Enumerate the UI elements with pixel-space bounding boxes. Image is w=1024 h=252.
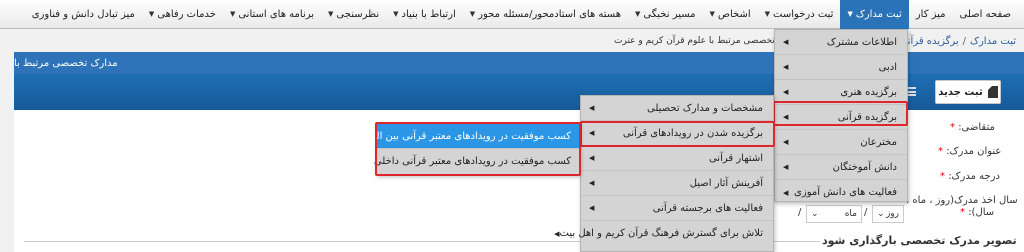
nav-survey-label: نظرسنجی [336, 8, 380, 20]
caret-down-icon: ▼ [393, 10, 399, 18]
nav-knowledge-exchange[interactable]: میز تبادل دانش و فناوری [25, 0, 142, 29]
new-record-label: ثبت جدید [938, 86, 983, 98]
nav-welfare-label: خدمات رفاهی [157, 8, 216, 20]
nav-cores[interactable]: هسته های استادمحور/مسئله محور ▼ [463, 0, 628, 29]
file-icon [987, 86, 998, 98]
arrow-left-icon: ◀ [589, 204, 595, 212]
arrow-left-icon: ◀ [783, 88, 789, 96]
year-label: سال): * [960, 207, 995, 218]
nav-elite-path-label: مسیر نخبگی [643, 8, 696, 20]
arrow-left-icon: ◀ [554, 229, 560, 238]
menu-item-educational-documents[interactable]: مشخصات و مدارک تحصیلی ◀ [581, 96, 773, 121]
menu-item-inventors[interactable]: مخترعان ◀ [775, 130, 907, 155]
chevron-down-icon: ⌄ [811, 209, 819, 219]
breadcrumb-item-quran[interactable]: برگزیده قرآنی [899, 36, 958, 47]
menu-item-spreading-culture[interactable]: تلاش برای گسترش فرهنگ قرآن کریم و اهل بی… [554, 221, 773, 246]
nav-register-documents-label: ثبت مدارک [855, 8, 902, 20]
nav-register-request[interactable]: ثبت درخواست ▼ [758, 0, 841, 29]
day-select[interactable]: روز ⌄ [872, 205, 904, 223]
day-select-value: روز [885, 209, 899, 219]
menu-item-art-elite[interactable]: برگزیده هنری ◀ [775, 80, 907, 105]
menu-item-literary[interactable]: ادبی ◀ [775, 55, 907, 80]
new-record-button[interactable]: ثبت جدید [935, 80, 1001, 104]
arrow-left-icon: ◀ [783, 38, 789, 46]
submenu-quran-events: کسب موفقیت در رویدادهای معتبر قرآنی بین … [356, 123, 580, 175]
month-select-value: ماه [844, 209, 857, 219]
nav-register-request-label: ثبت درخواست [773, 8, 834, 20]
breadcrumb: ثبت مدارک / برگزیده قرآنی [899, 34, 1016, 48]
nav-contact-foundation-label: ارتباط با بنیاد [401, 8, 456, 20]
doc-degree-label: درجه مدرک: * [940, 171, 1000, 182]
nav-register-documents[interactable]: ثبت مدارک ▼ [840, 0, 909, 29]
menu-item-outstanding-activities[interactable]: فعالیت های برجسته قرآنی ◀ [581, 196, 773, 221]
nav-provincial-programs-label: برنامه های استانی [238, 8, 315, 20]
caret-down-icon: ▼ [847, 10, 853, 18]
main-navbar: صفحه اصلی میز کار ثبت مدارک ▼ ثبت درخواست… [0, 0, 1024, 29]
doc-title-label: عنوان مدرک: * [938, 146, 1002, 157]
arrow-left-icon: ◀ [783, 163, 789, 171]
menu-item-international-events[interactable]: کسب موفقیت در رویدادهای معتبر قرآنی بین … [356, 124, 579, 149]
nav-provincial-programs[interactable]: برنامه های استانی ▼ [223, 0, 321, 29]
date-separator: / [798, 207, 802, 218]
caret-down-icon: ▼ [328, 10, 334, 18]
applicant-label: متقاضی: * [950, 122, 995, 133]
menu-item-quran-fame[interactable]: اشتهار قرآنی ◀ [581, 146, 773, 171]
arrow-left-icon: ◀ [783, 138, 789, 146]
caret-down-icon: ▼ [764, 10, 771, 18]
menu-item-student-activities[interactable]: فعالیت های دانش آموزی ◀ [775, 180, 907, 205]
date-label: سال اخذ مدرک(روز ، ماه ، [906, 195, 1018, 206]
nav-desk-label: میز کار [915, 8, 946, 20]
menu-item-quran-events[interactable]: برگزیده شدن در رویدادهای قرآنی ◀ [581, 121, 773, 146]
chevron-down-icon: ⌄ [877, 209, 885, 219]
caret-down-icon: ▼ [148, 10, 155, 18]
month-select[interactable]: ماه ⌄ [806, 205, 862, 223]
caret-down-icon: ▼ [229, 10, 236, 18]
nav-welfare[interactable]: خدمات رفاهی ▼ [142, 0, 223, 29]
nav-home[interactable]: صفحه اصلی [953, 0, 1018, 29]
nav-cores-label: هسته های استادمحور/مسئله محور [478, 8, 622, 20]
nav-home-label: صفحه اصلی [959, 8, 1011, 20]
arrow-left-icon: ◀ [589, 179, 595, 187]
arrow-left-icon: ◀ [589, 104, 595, 112]
menu-item-graduates[interactable]: دانش آموختگان ◀ [775, 155, 907, 180]
arrow-left-icon: ◀ [783, 113, 789, 121]
breadcrumb-item-register[interactable]: ثبت مدارک [970, 36, 1016, 47]
nav-persons-label: اشخاص [717, 8, 751, 20]
arrow-left-icon: ◀ [783, 188, 789, 197]
arrow-left-icon: ◀ [589, 154, 595, 162]
menu-item-domestic-events[interactable]: کسب موفقیت در رویدادهای معتبر قرآنی داخل… [374, 149, 579, 174]
caret-down-icon: ▼ [635, 10, 641, 18]
nav-knowledge-exchange-label: میز تبادل دانش و فناوری [31, 8, 135, 20]
nav-survey[interactable]: نظرسنجی ▼ [321, 0, 386, 29]
panel-title-text: مدارک تخصصی مرتبط با [14, 57, 118, 69]
nav-contact-foundation[interactable]: ارتباط با بنیاد ▼ [386, 0, 463, 29]
section-title: تصویر مدرک تخصصی بارگذاری شود [822, 234, 1017, 247]
date-separator: / [864, 207, 868, 218]
menu-item-original-works[interactable]: آفرینش آثار اصیل ◀ [581, 171, 773, 196]
nav-persons[interactable]: اشخاص ▼ [703, 0, 758, 29]
arrow-left-icon: ◀ [783, 63, 789, 71]
caret-down-icon: ▼ [469, 10, 476, 18]
menu-item-shared-info[interactable]: اطلاعات مشترک ◀ [775, 30, 907, 55]
arrow-left-icon: ◀ [589, 129, 595, 137]
submenu-quran-elite: مشخصات و مدارک تحصیلی ◀ برگزیده شدن در رو… [554, 95, 774, 252]
nav-elite-path[interactable]: مسیر نخبگی ▼ [628, 0, 703, 29]
submenu-register-documents: اطلاعات مشترک ◀ ادبی ◀ برگزیده هنری ◀ برگزی… [774, 29, 908, 202]
breadcrumb-separator: / [962, 35, 967, 47]
caret-down-icon: ▼ [709, 10, 715, 18]
menu-item-quran-elite[interactable]: برگزیده قرآنی ◀ [775, 105, 907, 130]
nav-desk[interactable]: میز کار [909, 0, 953, 29]
